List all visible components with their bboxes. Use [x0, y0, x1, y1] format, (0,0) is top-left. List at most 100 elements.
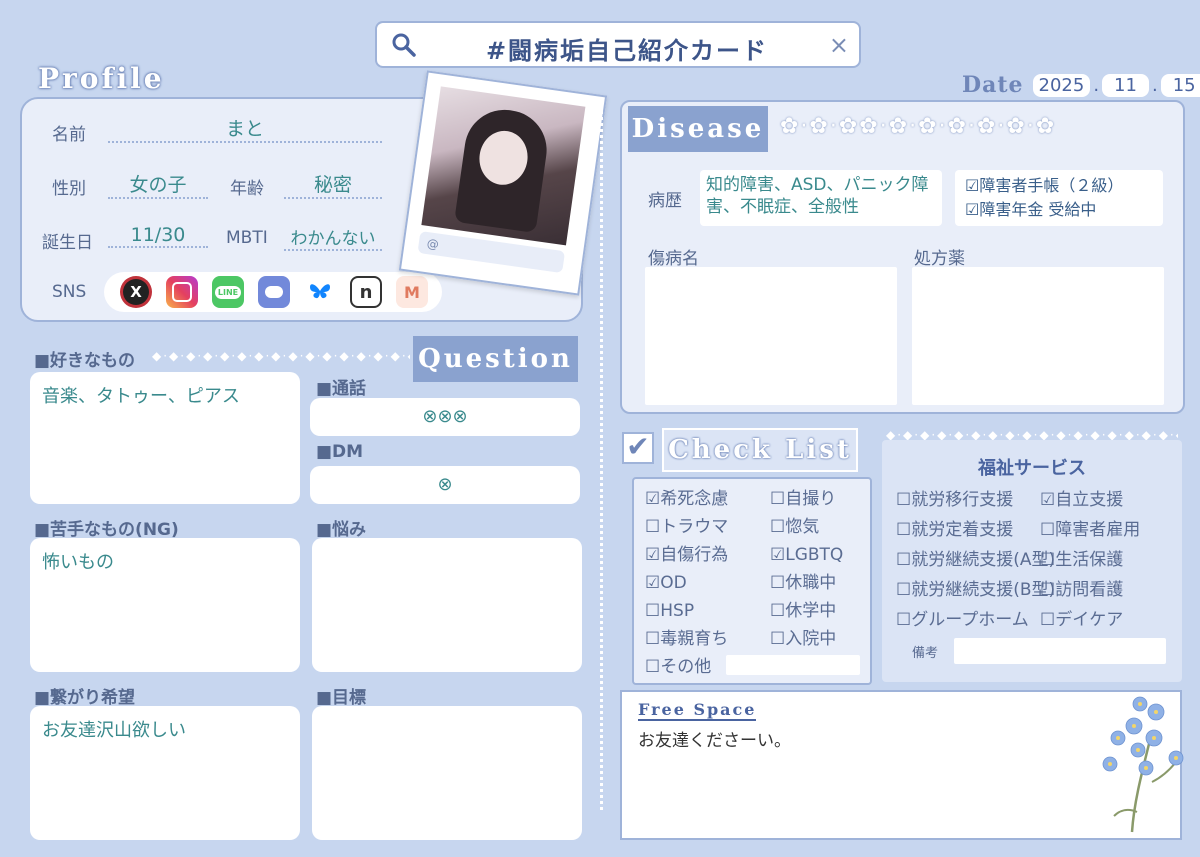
welfare-item[interactable]: ☐デイケア: [1040, 605, 1140, 635]
welfare-item[interactable]: ☐就労定着支援: [896, 515, 1055, 545]
x-icon[interactable]: X: [120, 276, 152, 308]
discord-icon[interactable]: [258, 276, 290, 308]
column-divider: [600, 100, 603, 810]
birthday-label: 誕生日: [42, 233, 93, 253]
date-sep: .: [1093, 74, 1100, 96]
dislikes-box: 怖いもの: [30, 538, 300, 672]
worries-box: [312, 538, 582, 672]
forget-me-not-flower-icon: [1102, 696, 1184, 833]
certificates: ☑障害者手帳（２級） ☑障害年金 受給中: [955, 170, 1163, 226]
sns-bar: X LINE n M: [104, 272, 442, 312]
age-label: 年齢: [230, 179, 264, 199]
check-item[interactable]: ☑希死念慮: [645, 485, 728, 513]
notes-input[interactable]: [954, 638, 1166, 664]
dots-divider: ◆·◆·◆·◆·◆·◆·◆·◆·◆·◆·◆·◆·◆·◆·◆·◆: [152, 349, 410, 363]
check-item[interactable]: ☐トラウマ: [645, 513, 728, 541]
gender-label: 性別: [52, 179, 86, 199]
freespace-text: お友達くださーい。: [638, 731, 791, 751]
date-label: Date: [962, 72, 1024, 98]
welfare-col1: ☐就労移行支援 ☐就労定着支援 ☐就労継続支援(A型) ☐就労継続支援(B型) …: [896, 485, 1055, 635]
date-month: 11: [1102, 73, 1149, 97]
check-item[interactable]: ☐惚気: [770, 513, 843, 541]
welfare-item[interactable]: ☐生活保護: [1040, 545, 1140, 575]
close-icon: ×: [828, 31, 849, 59]
date: Date 2025 . 11 . 15: [962, 72, 1200, 98]
check-item[interactable]: ☐その他: [645, 653, 728, 681]
welfare-item[interactable]: ☑自立支援: [1040, 485, 1140, 515]
check-item[interactable]: ☐HSP: [645, 597, 728, 625]
check-item[interactable]: ☐休学中: [770, 597, 843, 625]
search-icon: [392, 33, 416, 57]
worries-value: [312, 538, 582, 558]
disease-header: Disease: [628, 106, 768, 152]
profile-photo: [421, 86, 586, 246]
line-icon[interactable]: LINE: [212, 276, 244, 308]
call-value: ⊗⊗⊗: [310, 398, 580, 436]
dm-label: ■DM: [316, 442, 364, 462]
name-label: 名前: [52, 125, 86, 145]
mbti-value: わかんない: [284, 224, 382, 251]
bluesky-icon[interactable]: [304, 276, 336, 308]
check-item[interactable]: ☐自撮り: [770, 485, 843, 513]
goal-label: ■目標: [316, 688, 367, 708]
welfare-item[interactable]: ☐就労移行支援: [896, 485, 1055, 515]
goal-box: [312, 706, 582, 840]
welfare-item[interactable]: ☐就労継続支援(A型): [896, 545, 1055, 575]
prescription-box: [912, 267, 1164, 405]
likes-value: 音楽、タトゥー、ピアス: [42, 386, 240, 407]
dislikes-value: 怖いもの: [42, 552, 114, 573]
check-item[interactable]: ☑LGBTQ: [770, 541, 843, 569]
check-item[interactable]: ☑自傷行為: [645, 541, 728, 569]
worries-label: ■悩み: [316, 520, 367, 540]
profile-photo-card: @: [398, 70, 608, 296]
check-item[interactable]: ☐入院中: [770, 625, 843, 653]
likes-label: ■好きなもの: [34, 351, 136, 371]
question-header: Question: [413, 336, 578, 382]
flower-decoration: ✿·✿·✿✿·✿·✿·✿·✿·✿·✿: [780, 114, 1057, 139]
profile-header: Profile: [38, 62, 165, 95]
birthday-value: 11/30: [108, 224, 208, 248]
dm-value: ⊗: [310, 466, 580, 504]
instagram-icon[interactable]: [166, 276, 198, 308]
name-value: まと: [108, 114, 382, 143]
connect-box: お友達沢山欲しい: [30, 706, 300, 840]
check-item[interactable]: ☑OD: [645, 569, 728, 597]
welfare-title: 福祉サービス: [978, 458, 1086, 479]
sns-label: SNS: [52, 282, 87, 302]
gender-value: 女の子: [108, 170, 208, 199]
note-icon[interactable]: n: [350, 276, 382, 308]
prescription-label: 処方薬: [914, 249, 965, 269]
connect-value: お友達沢山欲しい: [42, 720, 186, 741]
dislikes-label: ■苦手なもの(NG): [34, 520, 179, 540]
injury-box: [645, 267, 897, 405]
cert-disability-pension: ☑障害年金 受給中: [965, 200, 1097, 219]
checklist-col2: ☐自撮り ☐惚気 ☑LGBTQ ☐休職中 ☐休学中 ☐入院中: [770, 485, 843, 653]
welfare-item[interactable]: ☐就労継続支援(B型): [896, 575, 1055, 605]
welfare-item[interactable]: ☐訪問看護: [1040, 575, 1140, 605]
check-item[interactable]: ☐休職中: [770, 569, 843, 597]
welfare-col2: ☑自立支援 ☐障害者雇用 ☐生活保護 ☐訪問看護 ☐デイケア: [1040, 485, 1140, 635]
other-input[interactable]: [726, 655, 860, 675]
welfare-item[interactable]: ☐グループホーム: [896, 605, 1055, 635]
injury-label: 傷病名: [648, 249, 699, 269]
checklist-col1: ☑希死念慮 ☐トラウマ ☑自傷行為 ☑OD ☐HSP ☐毒親育ち ☐その他: [645, 485, 728, 681]
history-label: 病歴: [648, 191, 682, 211]
checkbox-icon: ✔: [622, 432, 654, 464]
misskey-icon[interactable]: M: [396, 276, 428, 308]
likes-box: 音楽、タトゥー、ピアス: [30, 372, 300, 504]
history-value: 知的障害、ASD、パニック障害、不眠症、全般性: [700, 170, 942, 226]
cert-disability-handbook: ☑障害者手帳（２級）: [965, 176, 1124, 195]
welfare-item[interactable]: ☐障害者雇用: [1040, 515, 1140, 545]
check-item[interactable]: ☐毒親育ち: [645, 625, 728, 653]
title-search-bar: #闘病垢自己紹介カード ×: [375, 21, 861, 68]
date-sep: .: [1151, 74, 1158, 96]
connect-label: ■繋がり希望: [34, 688, 136, 708]
notes-label: 備考: [912, 646, 939, 661]
freespace-label: Free Space: [638, 700, 757, 721]
mbti-label: MBTI: [226, 228, 268, 248]
call-label: ■通話: [316, 379, 367, 399]
date-day: 15: [1160, 73, 1200, 97]
checklist-header: Check List: [662, 428, 858, 472]
page-title: #闘病垢自己紹介カード: [485, 37, 769, 65]
age-value: 秘密: [284, 170, 382, 199]
